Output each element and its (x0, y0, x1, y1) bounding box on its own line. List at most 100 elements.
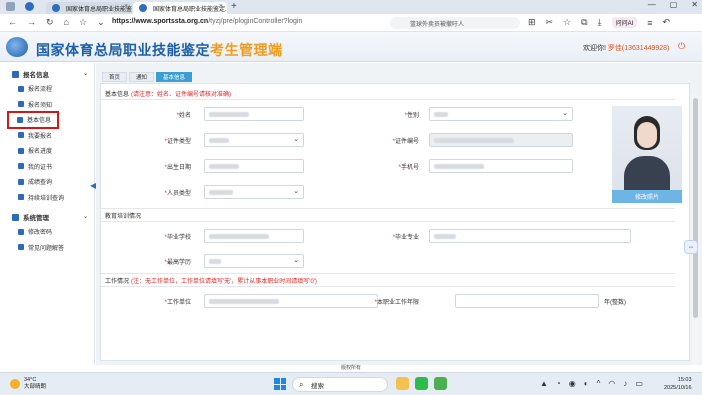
name-field[interactable] (204, 107, 304, 121)
tray-icon[interactable]: ◉ (569, 379, 576, 388)
person-type-label: *人员类型 (164, 191, 191, 197)
file-explorer-icon[interactable] (396, 377, 409, 390)
school-field[interactable] (204, 229, 304, 243)
user-name: 罗佳(13631449928) (607, 45, 670, 52)
school-label: *毕业学校 (164, 235, 191, 241)
browser-tab-2[interactable]: 国家体育总局职业技能鉴定... × (133, 2, 227, 14)
minimize-icon[interactable]: — (648, 0, 656, 9)
tab-home[interactable]: 首页 (102, 72, 128, 82)
sidebar-item-progress[interactable]: 报名进度 (0, 143, 94, 159)
site-title: 国家体育总局职业技能鉴定考生管理端 (36, 40, 283, 60)
home-icon[interactable]: ⌂ (64, 17, 69, 28)
page-down-icon[interactable]: ⌄ (97, 17, 105, 28)
logout-icon[interactable]: ⏻ (678, 42, 688, 51)
tray-icon[interactable]: ◐ (584, 379, 589, 388)
download-icon[interactable]: ⤓ (598, 17, 602, 28)
screenshot-icon[interactable]: ✂ (546, 17, 554, 28)
scrollbar-thumb[interactable] (693, 98, 698, 318)
url-field[interactable]: https://www.sportssta.org.cn/tyzj/pre/pl… (112, 18, 362, 29)
sidebar-item-basic-info[interactable]: 基本信息 (7, 111, 59, 129)
wifi-icon[interactable]: ◠ (608, 379, 615, 388)
doc-icon (18, 147, 24, 154)
clock[interactable]: 15:03 2025/10/16 (664, 376, 692, 392)
phone-field[interactable] (429, 159, 573, 173)
sidebar-item-training[interactable]: 持续培训查询 (0, 190, 94, 206)
tray-icon[interactable]: ◔ (556, 379, 561, 388)
browser-left-icons (6, 2, 34, 11)
tab-basic-info[interactable]: 基本信息 (156, 72, 193, 82)
maximize-icon[interactable]: ▢ (670, 0, 678, 9)
sidebar-item-process[interactable]: 报名流程 (0, 81, 94, 97)
tray-app-icon[interactable]: ▲ (540, 379, 548, 388)
menu-icon[interactable]: ≡ (647, 18, 652, 28)
welcome-prefix: 欢迎你! (583, 45, 606, 52)
divider (101, 286, 675, 287)
sidebar-item-faq[interactable]: 常见问题解答 (0, 240, 94, 256)
list-icon (18, 132, 24, 139)
section-title-text: 工作情况 (105, 278, 130, 285)
ask-ai-button[interactable]: 问问AI (611, 17, 638, 28)
wrench-icon (18, 178, 24, 185)
sidebar-group-label: 报名信息 (23, 72, 49, 79)
star-icon[interactable]: ☆ (79, 17, 87, 28)
reload-icon[interactable]: ↻ (46, 17, 54, 28)
sidebar-item-label: 成绩查询 (28, 180, 53, 187)
close-icon[interactable]: × (219, 3, 223, 10)
favorites-icon[interactable]: ☆ (563, 17, 571, 28)
volume-icon[interactable]: ♪ (623, 379, 627, 388)
sidebar: 报名信息 ⌄ 报名流程 报名须知 基本信息 我要报名 报名进度 我的证书 成绩查… (0, 63, 96, 365)
major-field[interactable] (429, 229, 631, 243)
history-icon[interactable]: ↶ (663, 17, 671, 28)
section-title-text: 教育培训情况 (105, 213, 142, 220)
wechat-icon[interactable] (415, 377, 428, 390)
birth-label: *出生日期 (164, 165, 191, 171)
scrollbar[interactable] (692, 95, 699, 365)
browser-search-box[interactable]: 篮球外卖员被撤吁人 (390, 17, 520, 29)
years-label: *本职业工作年限 (374, 300, 419, 306)
browser-profile-icon[interactable] (25, 2, 34, 11)
sidebar-item-notice[interactable]: 报名须知 (0, 97, 94, 113)
id-photo (612, 106, 682, 192)
new-tab-button[interactable]: + (231, 1, 237, 12)
gender-select[interactable] (429, 107, 573, 121)
section-title-text: 基本信息 (105, 91, 130, 98)
question-icon (18, 244, 24, 251)
browser-search-text: 篮球外卖员被撤吁人 (410, 22, 465, 28)
start-icon[interactable] (274, 378, 286, 390)
sidebar-item-password[interactable]: 修改密码 (0, 224, 94, 240)
degree-select[interactable] (204, 254, 304, 268)
extensions-icon[interactable]: ⧉ (581, 17, 587, 28)
browser-app-icon[interactable] (434, 377, 447, 390)
translate-icon[interactable]: ⊞ (528, 17, 536, 28)
employer-label: *工作单位 (164, 300, 191, 306)
system-tray: ▲ ◔ ◉ ◐ ^ ◠ ♪ ▭ (540, 379, 643, 388)
float-assist-icon[interactable]: ⇔ (684, 240, 698, 254)
gender-label: *性别 (404, 113, 419, 119)
sidebar-item-certificate[interactable]: 我的证书 (0, 159, 94, 175)
close-icon[interactable]: × (124, 3, 128, 10)
weather-widget[interactable]: 34°C 大部晴朗 (10, 377, 46, 391)
tab-notice[interactable]: 通知 (129, 72, 155, 82)
forward-icon[interactable]: → (27, 17, 36, 28)
divider (101, 273, 675, 274)
browser-tab-1[interactable]: 国家体育总局职业技能鉴定... × (46, 2, 132, 14)
close-window-icon[interactable]: ✕ (691, 0, 698, 9)
sidebar-group-registration[interactable]: 报名信息 ⌄ (0, 67, 94, 81)
sidebar-group-system[interactable]: 系统管理 ⌄ (0, 210, 94, 224)
app-header: 国家体育总局职业技能鉴定考生管理端 欢迎你! 罗佳(13631449928) ⏻ (0, 32, 702, 62)
person-type-select[interactable] (204, 185, 304, 199)
id-type-select[interactable] (204, 133, 304, 147)
id-no-label: *证件编号 (392, 139, 419, 145)
years-field[interactable] (455, 294, 599, 308)
sidebar-item-scores[interactable]: 成绩查询 (0, 174, 94, 190)
change-photo-button[interactable]: 修改照片 (612, 190, 682, 203)
taskbar-search-label: 搜索 (311, 382, 324, 390)
taskbar-search[interactable]: ⌕ 搜索 (292, 377, 388, 392)
birth-field[interactable] (204, 159, 304, 173)
weather-temp: 34°C (24, 377, 37, 383)
chevron-up-icon[interactable]: ^ (597, 379, 601, 388)
battery-icon[interactable]: ▭ (635, 379, 643, 388)
sidebar-item-apply[interactable]: 我要报名 (0, 128, 94, 144)
browser-menu-icon[interactable] (6, 2, 15, 11)
back-icon[interactable]: ← (8, 17, 17, 28)
